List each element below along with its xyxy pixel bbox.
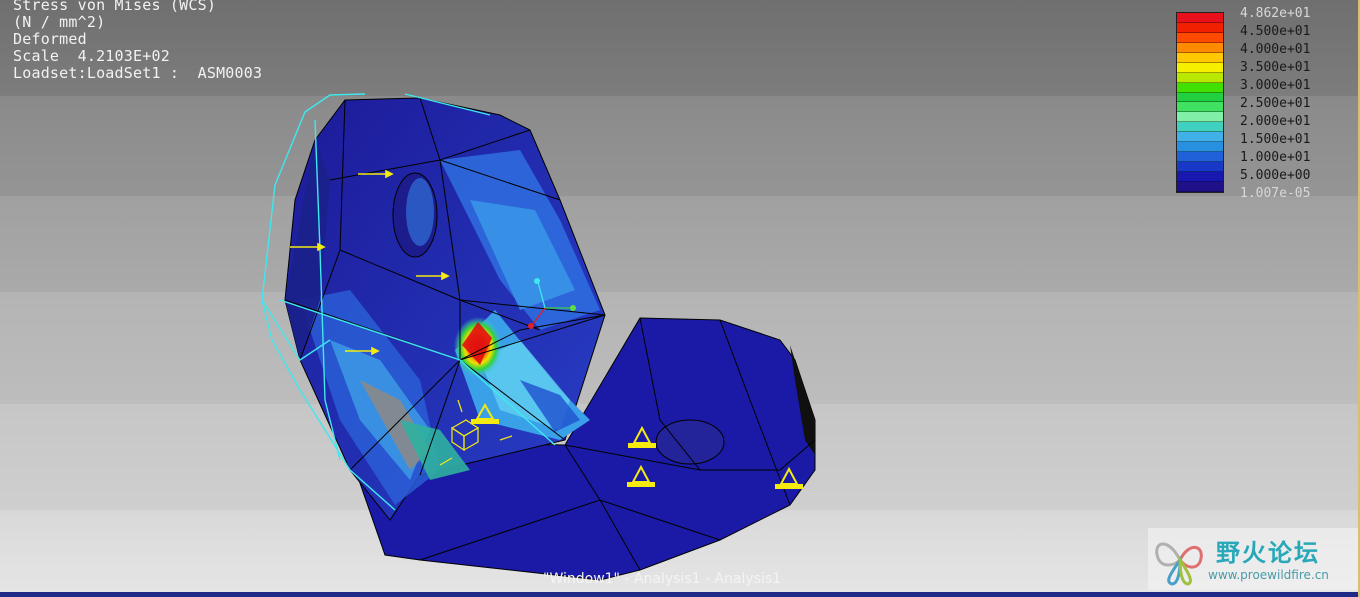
window-caption: "Window1" - Analysis1 - Analysis1 [543,571,782,587]
legend-swatch [1177,62,1223,73]
legend-swatch [1177,112,1223,123]
watermark-url: www.proewildfire.cn [1208,568,1329,582]
site-watermark: 野火论坛 www.proewildfire.cn [1148,528,1358,590]
legend-label: 3.000e+01 [1240,78,1311,93]
legend-label: 1.000e+01 [1240,150,1311,165]
legend-swatch [1177,52,1223,63]
legend-swatch [1177,42,1223,53]
legend-label: 4.862e+01 [1240,6,1311,21]
legend-color-bar [1176,12,1224,193]
legend-label: 2.000e+01 [1240,114,1311,129]
result-header: Stress von Mises (WCS) (N / mm^2) Deform… [13,0,262,82]
scale-label: Scale 4.2103E+02 [13,47,170,65]
legend-swatch [1177,142,1223,153]
legend-swatch [1177,13,1223,23]
legend-label: 4.500e+01 [1240,24,1311,39]
result-units: (N / mm^2) [13,13,106,31]
legend-label: 4.000e+01 [1240,42,1311,57]
legend-label: 5.000e+00 [1240,168,1311,183]
legend-label: 1.500e+01 [1240,132,1311,147]
legend-swatch [1177,22,1223,33]
fringe-legend: 4.862e+01 4.500e+01 4.000e+01 3.500e+01 … [1176,6,1336,201]
stress-fringe-model[interactable] [0,0,1360,597]
legend-label: 3.500e+01 [1240,60,1311,75]
legend-swatch [1177,72,1223,83]
deformed-label: Deformed [13,30,87,48]
legend-label: 2.500e+01 [1240,96,1311,111]
legend-swatch [1177,132,1223,143]
watermark-title: 野火论坛 [1216,539,1320,567]
loadset-label: Loadset:LoadSet1 : ASM0003 [13,64,263,82]
legend-swatch [1177,152,1223,163]
window-frame-bottom [0,592,1358,597]
legend-swatch [1177,122,1223,133]
legend-swatch [1177,162,1223,172]
legend-label: 1.007e-05 [1240,186,1311,201]
legend-swatch [1177,172,1223,182]
legend-swatch [1177,92,1223,103]
butterfly-logo-icon [1155,542,1203,586]
analysis-viewport[interactable]: Stress von Mises (WCS) (N / mm^2) Deform… [0,0,1360,597]
result-title: Stress von Mises (WCS) [13,0,217,14]
legend-labels: 4.862e+01 4.500e+01 4.000e+01 3.500e+01 … [1240,5,1336,203]
legend-swatch [1177,181,1223,192]
legend-swatch [1177,32,1223,43]
legend-swatch [1177,102,1223,113]
legend-swatch [1177,82,1223,93]
